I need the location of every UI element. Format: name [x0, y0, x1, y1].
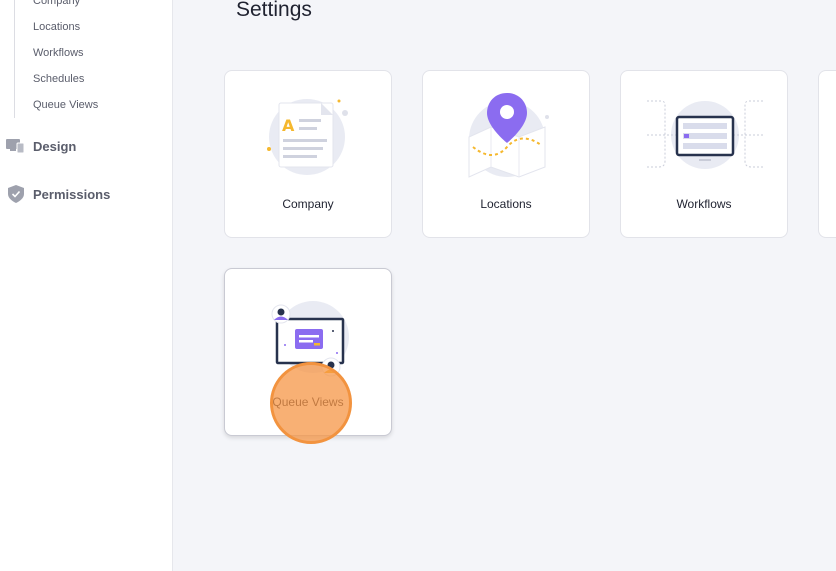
monitor-icon — [6, 136, 26, 156]
settings-card-company[interactable]: A Company — [224, 70, 392, 238]
card-label: Workflows — [676, 197, 732, 211]
settings-card-queue-views[interactable]: Queue Views — [224, 268, 392, 436]
sidebar-group-design[interactable]: Design — [6, 134, 76, 158]
workflow-screen-icon — [647, 100, 763, 169]
settings-card-locations[interactable]: Locations — [422, 70, 590, 238]
card-label: Locations — [480, 197, 532, 211]
sidebar-group-permissions[interactable]: Permissions — [6, 182, 110, 206]
sidebar: Company Locations Workflows Schedules Qu… — [0, 0, 173, 571]
settings-subnav: Company Locations Workflows Schedules Qu… — [14, 0, 164, 118]
card-label: Company — [282, 197, 334, 211]
sidebar-item-workflows[interactable]: Workflows — [15, 40, 164, 66]
sidebar-group-label: Design — [33, 138, 77, 154]
shield-icon — [6, 184, 26, 204]
page-title: Settings — [236, 0, 312, 21]
settings-card-workflows[interactable]: Workflows — [620, 70, 788, 238]
settings-card-partial[interactable] — [818, 70, 836, 238]
document-icon: A — [267, 99, 348, 175]
sidebar-item-queue-views[interactable]: Queue Views — [15, 92, 164, 118]
sidebar-group-label: Permissions — [33, 186, 111, 202]
card-label: Queue Views — [272, 395, 344, 409]
map-pin-icon — [468, 93, 549, 178]
queue-monitor-icon — [271, 301, 349, 377]
sidebar-item-company[interactable]: Company — [15, 0, 164, 14]
sidebar-item-locations[interactable]: Locations — [15, 14, 164, 40]
sidebar-item-schedules[interactable]: Schedules — [15, 66, 164, 92]
svg-text:A: A — [282, 116, 295, 135]
main-content: Settings A Company Locations Workflows Q… — [174, 0, 836, 571]
